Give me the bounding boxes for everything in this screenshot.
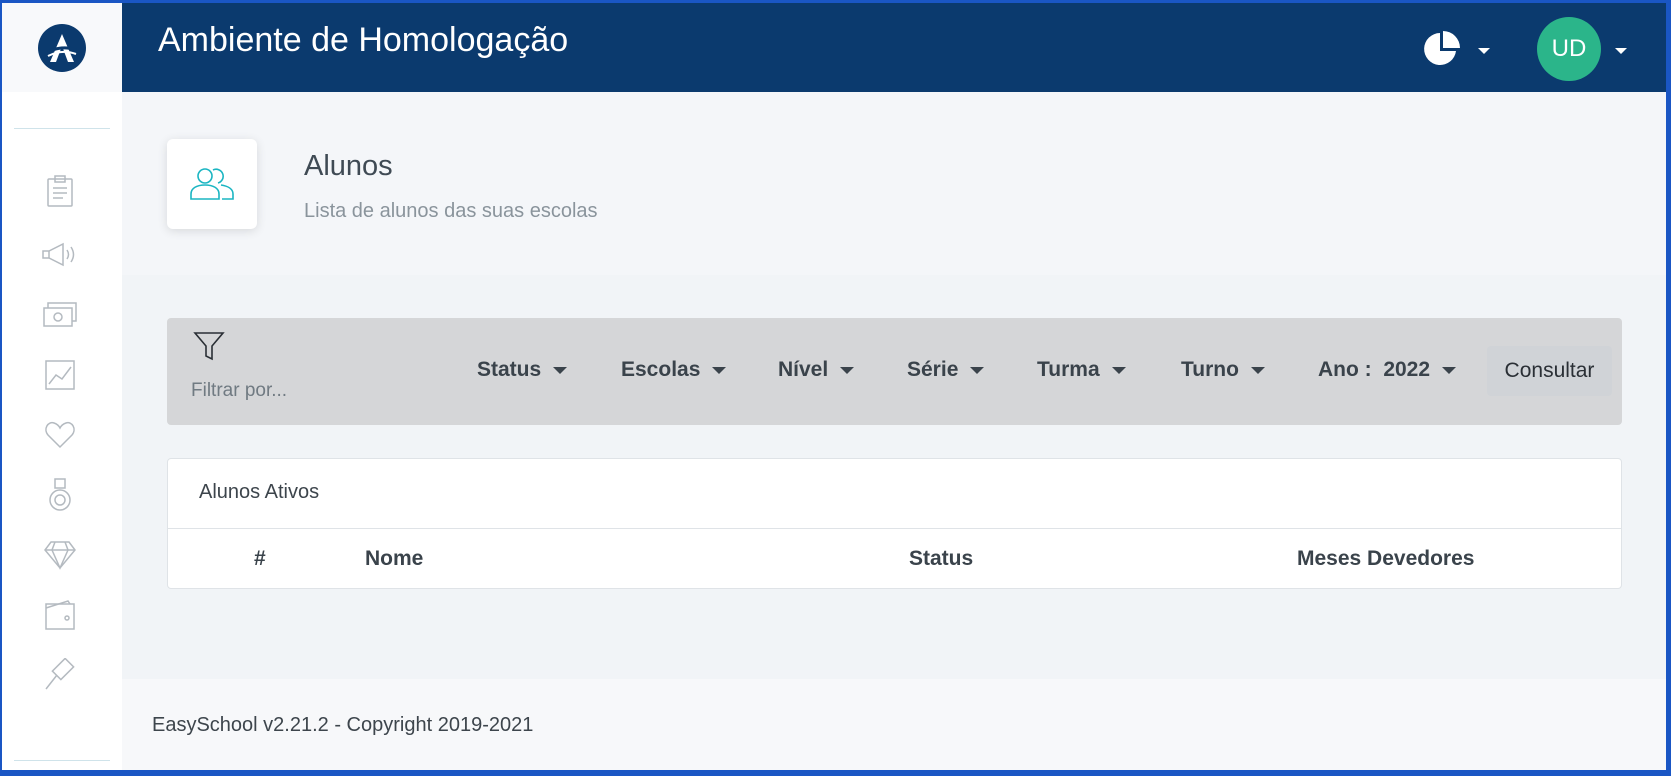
logo-area[interactable] [2, 3, 122, 92]
chevron-down-icon [1478, 48, 1490, 54]
status-dropdown[interactable]: Status [477, 353, 568, 387]
money-icon[interactable] [40, 295, 80, 335]
avatar: UD [1537, 17, 1601, 81]
sidebar-divider-bottom [14, 760, 110, 761]
chevron-down-icon [553, 366, 568, 374]
column-header-index[interactable]: # [254, 547, 266, 571]
top-header: Ambiente de Homologação UD [122, 3, 1666, 92]
card-header: Alunos Ativos [168, 459, 1621, 529]
serie-dropdown[interactable]: Série [907, 353, 985, 387]
escolas-dropdown-label: Escolas [621, 358, 701, 381]
turno-dropdown[interactable]: Turno [1181, 353, 1265, 387]
filter-icon [193, 332, 225, 361]
medal-icon[interactable] [40, 475, 80, 515]
sidebar [2, 3, 122, 770]
clipboard-icon[interactable] [40, 171, 80, 211]
gavel-icon[interactable] [40, 655, 80, 695]
chevron-down-icon [1111, 366, 1126, 374]
environment-title: Ambiente de Homologação [158, 21, 569, 59]
ano-dropdown-label: Ano : 2022 [1318, 358, 1431, 381]
chevron-down-icon [1615, 48, 1627, 54]
students-card: Alunos Ativos # Nome Status Meses Devedo… [167, 458, 1622, 589]
app-window: Ambiente de Homologação UD Alunos Lista … [2, 3, 1666, 770]
footer: EasySchool v2.21.2 - Copyright 2019-2021 [122, 679, 1666, 770]
turma-dropdown-label: Turma [1037, 358, 1100, 381]
megaphone-icon[interactable] [40, 235, 80, 275]
sidebar-divider [14, 128, 110, 129]
filter-bar: Status Escolas Nível Série Turma Turno A… [167, 318, 1622, 425]
page-title: Alunos [304, 150, 393, 182]
pie-chart-icon [1424, 31, 1460, 65]
turno-dropdown-label: Turno [1181, 358, 1239, 381]
nivel-dropdown-label: Nível [778, 358, 829, 381]
column-header-meses-devedores[interactable]: Meses Devedores [1297, 547, 1474, 571]
column-header-nome[interactable]: Nome [365, 547, 423, 571]
escolas-dropdown[interactable]: Escolas [621, 353, 727, 387]
chevron-down-icon [712, 366, 727, 374]
chevron-down-icon [970, 366, 985, 374]
page-subtitle: Lista de alunos das suas escolas [304, 200, 598, 222]
ano-dropdown[interactable]: Ano : 2022 [1318, 353, 1457, 387]
consultar-button[interactable]: Consultar [1487, 346, 1612, 396]
card-title: Alunos Ativos [199, 481, 320, 503]
status-dropdown-label: Status [477, 358, 542, 381]
filter-input[interactable] [191, 373, 411, 409]
nivel-dropdown[interactable]: Nível [778, 353, 855, 387]
chart-icon[interactable] [40, 355, 80, 395]
stats-dropdown[interactable] [1422, 29, 1492, 69]
chevron-down-icon [840, 366, 855, 374]
wallet-icon[interactable] [40, 595, 80, 635]
column-header-status[interactable]: Status [909, 547, 973, 571]
chevron-down-icon [1442, 366, 1457, 374]
users-icon [167, 139, 257, 229]
page-heading: Alunos Lista de alunos das suas escolas [122, 92, 1666, 275]
turma-dropdown[interactable]: Turma [1037, 353, 1126, 387]
serie-dropdown-label: Série [907, 358, 959, 381]
user-menu[interactable]: UD [1537, 17, 1627, 81]
diamond-icon[interactable] [40, 535, 80, 575]
chevron-down-icon [1250, 366, 1265, 374]
heart-icon[interactable] [40, 415, 80, 455]
logo-icon [38, 23, 86, 72]
footer-copyright: EasySchool v2.21.2 - Copyright 2019-2021 [152, 714, 534, 736]
